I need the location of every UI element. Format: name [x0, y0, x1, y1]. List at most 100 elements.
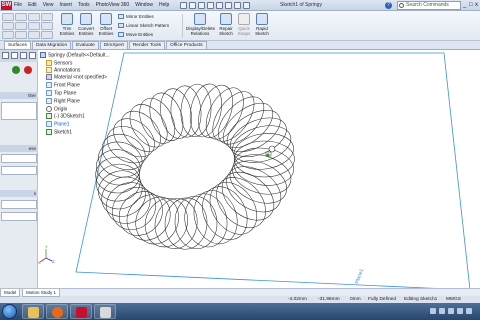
- relations-icon: [194, 13, 206, 25]
- svg-text:X: X: [38, 260, 41, 265]
- panel-section-header-3[interactable]: s: [0, 190, 38, 197]
- tab-motion-study[interactable]: Motion Study 1: [22, 289, 61, 297]
- fillet-tool-icon[interactable]: [2, 31, 14, 39]
- tab-evaluate[interactable]: Evaluate: [72, 41, 99, 49]
- panel-section-header-2[interactable]: ese: [0, 145, 38, 152]
- menu-tools[interactable]: Tools: [78, 2, 90, 8]
- offset-entities-button[interactable]: Offset Entities: [97, 13, 115, 36]
- status-x-coordinate: -4.02mm: [288, 297, 307, 302]
- tab-model[interactable]: Model: [0, 289, 21, 297]
- tab-dimxpert[interactable]: DimXpert: [99, 41, 128, 49]
- property-manager: ther ese s: [0, 50, 38, 288]
- graphics-area[interactable]: Plane1 X Y Z: [38, 50, 480, 288]
- line-tool-icon[interactable]: [2, 13, 14, 21]
- help-icon[interactable]: ?: [385, 2, 392, 9]
- taskbar-solidworks[interactable]: [70, 304, 92, 319]
- sketch-cursor: [265, 145, 276, 157]
- solidworks-logo[interactable]: SW: [1, 1, 12, 10]
- spring-coil: [164, 197, 208, 250]
- tray-icon-1[interactable]: [430, 308, 436, 314]
- taskbar-explorer[interactable]: [22, 304, 44, 319]
- tab-data-migration[interactable]: Data Migration: [31, 41, 72, 49]
- spline-tool-icon[interactable]: [41, 13, 53, 21]
- panel-dropdown-1[interactable]: [1, 154, 37, 163]
- move-entities-button[interactable]: Move Entities: [118, 32, 153, 38]
- sketch-tools-grid: [2, 13, 56, 39]
- menu-file[interactable]: File: [14, 2, 22, 8]
- trim-entities-button[interactable]: Trim Entities: [58, 13, 76, 36]
- circle-tool-icon[interactable]: [15, 13, 27, 21]
- taskbar-firefox[interactable]: [46, 304, 68, 319]
- tray-icon-3[interactable]: [448, 308, 454, 314]
- menu-insert[interactable]: Insert: [59, 2, 72, 8]
- tray-icon-2[interactable]: [439, 308, 445, 314]
- menu-bar: File Edit View Insert Tools PhotoView 36…: [14, 2, 169, 8]
- minimize-button[interactable]: _: [463, 1, 468, 9]
- status-units[interactable]: MMGS: [446, 296, 461, 303]
- dimxpert-tab-icon[interactable]: [29, 52, 36, 59]
- convert-icon: [80, 13, 92, 25]
- point-tool-icon[interactable]: [28, 31, 40, 39]
- mirror-icon: [118, 14, 124, 20]
- quick-snaps-button[interactable]: Quick Snaps: [236, 13, 252, 36]
- panel-value-field-2[interactable]: [1, 212, 37, 221]
- text-tool-icon[interactable]: [15, 31, 27, 39]
- firefox-icon: [52, 307, 63, 318]
- app-icon: [100, 307, 111, 318]
- undo-icon[interactable]: [216, 2, 223, 9]
- panel-section-header[interactable]: ther: [0, 92, 38, 99]
- new-icon[interactable]: [180, 2, 187, 9]
- polygon-tool-icon[interactable]: [28, 22, 40, 30]
- cancel-icon[interactable]: [24, 66, 32, 74]
- view-triad: X Y Z: [38, 244, 55, 265]
- spring-coil: [180, 83, 212, 137]
- rebuild-icon[interactable]: [234, 2, 241, 9]
- ok-icon[interactable]: [12, 66, 20, 74]
- menu-help[interactable]: Help: [159, 2, 169, 8]
- config-tab-icon[interactable]: [20, 52, 27, 59]
- repair-sketch-button[interactable]: Repair Sketch: [218, 13, 234, 36]
- convert-entities-button[interactable]: Convert Entities: [77, 13, 95, 36]
- display-delete-relations-button[interactable]: Display/Delete Relations: [186, 13, 215, 36]
- tab-render-tools[interactable]: Render Tools: [128, 41, 165, 49]
- tray-icon-5[interactable]: [466, 308, 472, 314]
- panel-selection-box[interactable]: [1, 102, 37, 120]
- panel-value-field[interactable]: [1, 200, 37, 209]
- print-icon[interactable]: [207, 2, 214, 9]
- select-icon[interactable]: [225, 2, 232, 9]
- plane1-outline: [75, 52, 471, 288]
- save-icon[interactable]: [198, 2, 205, 9]
- taskbar-app[interactable]: [94, 304, 116, 319]
- start-button[interactable]: [2, 304, 17, 319]
- menu-edit[interactable]: Edit: [28, 2, 37, 8]
- maximize-button[interactable]: □: [469, 1, 474, 9]
- panel-dropdown-2[interactable]: [1, 166, 37, 175]
- mirror-entities-button[interactable]: Mirror Entities: [118, 14, 154, 20]
- spring-coil: [170, 85, 202, 138]
- tab-surfaces[interactable]: Surfaces: [4, 41, 31, 49]
- plane-tool-icon[interactable]: [41, 31, 53, 39]
- ellipse-tool-icon[interactable]: [41, 22, 53, 30]
- tray-icon-4[interactable]: [457, 308, 463, 314]
- spring-coil: [233, 133, 294, 170]
- spring-coil: [118, 191, 163, 236]
- rectangle-tool-icon[interactable]: [2, 22, 14, 30]
- open-icon[interactable]: [189, 2, 196, 9]
- linear-pattern-button[interactable]: Linear Sketch Pattern: [118, 23, 169, 29]
- arc-tool-icon[interactable]: [28, 13, 40, 21]
- feature-tree-tab-icon[interactable]: [2, 52, 9, 59]
- search-placeholder: Search Commands: [406, 2, 449, 8]
- tab-office-products[interactable]: Office Products: [166, 41, 207, 49]
- search-commands-input[interactable]: Search Commands: [397, 1, 461, 10]
- property-tab-icon[interactable]: [11, 52, 18, 59]
- menu-window[interactable]: Window: [135, 2, 153, 8]
- close-button[interactable]: x: [475, 1, 480, 9]
- command-tabs: Surfaces Data Migration Evaluate DimXper…: [0, 41, 480, 50]
- spring-coil: [229, 160, 287, 204]
- rapid-sketch-button[interactable]: Rapid Sketch: [254, 13, 270, 36]
- document-title: Sketch1 of Springy: [280, 2, 322, 8]
- menu-photoview[interactable]: PhotoView 360: [96, 2, 130, 8]
- options-icon[interactable]: [243, 2, 250, 9]
- menu-view[interactable]: View: [43, 2, 54, 8]
- slot-tool-icon[interactable]: [15, 22, 27, 30]
